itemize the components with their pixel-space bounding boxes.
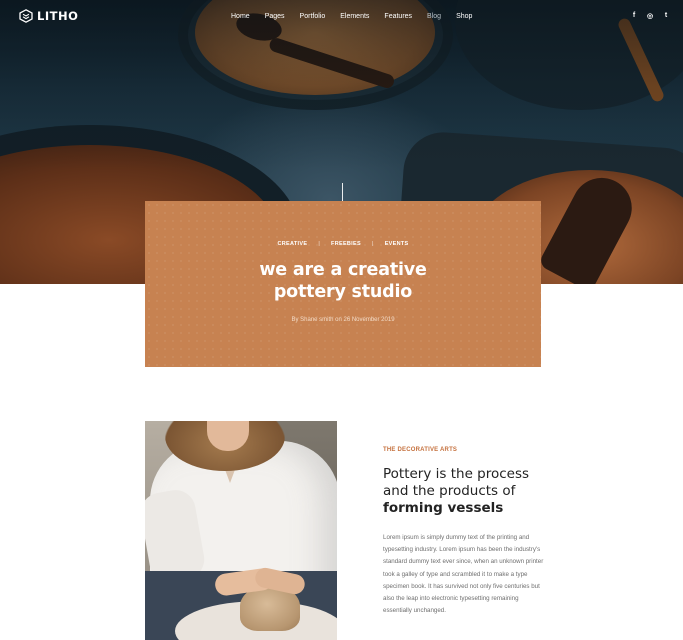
nav-item-features[interactable]: Features [384,12,412,21]
category-freebies[interactable]: FREEBIES [331,241,361,247]
post-title-line-2: pottery studio [273,282,413,302]
nav-item-blog[interactable]: Blog [427,12,441,21]
nav-item-shop[interactable]: Shop [456,12,472,21]
category-separator: | [318,241,321,247]
twitter-icon[interactable]: t [662,11,670,20]
post-title: we are a creative pottery studio [145,259,541,303]
section-body-text: Lorem ipsum is simply dummy text of the … [383,534,544,615]
post-title-line-1: we are a creative [259,260,427,280]
facebook-icon[interactable]: f [630,11,638,20]
section-heading-line-3: forming vessels [383,500,504,516]
section-heading: Pottery is the process and the products … [383,466,558,517]
site-logo[interactable]: LITHO [19,9,78,23]
nav-item-portfolio[interactable]: Portfolio [300,12,326,21]
post-title-card: CREATIVE | FREEBIES | EVENTS we are a cr… [145,201,541,367]
category-events[interactable]: EVENTS [385,241,409,247]
nav-item-elements[interactable]: Elements [340,12,369,21]
section-heading-line-1: Pottery is the process [383,466,530,482]
instagram-icon[interactable]: ◎ [646,11,654,20]
potter-photo [145,421,337,640]
social-links: f ◎ t [630,11,670,20]
logo-text: LITHO [37,9,79,23]
category-creative[interactable]: CREATIVE [278,241,308,247]
section-heading-line-2: and the products of [383,483,516,499]
post-categories: CREATIVE | FREEBIES | EVENTS [145,241,541,247]
nav-item-home[interactable]: Home [231,12,250,21]
nav-item-pages[interactable]: Pages [265,12,285,21]
main-nav: Home Pages Portfolio Elements Features B… [231,12,487,21]
post-byline: By Shane smith on 26 November 2019 [291,317,395,323]
section-eyebrow: THE DECORATIVE ARTS [383,447,458,453]
category-separator: | [371,241,374,247]
logo-icon [19,9,33,23]
